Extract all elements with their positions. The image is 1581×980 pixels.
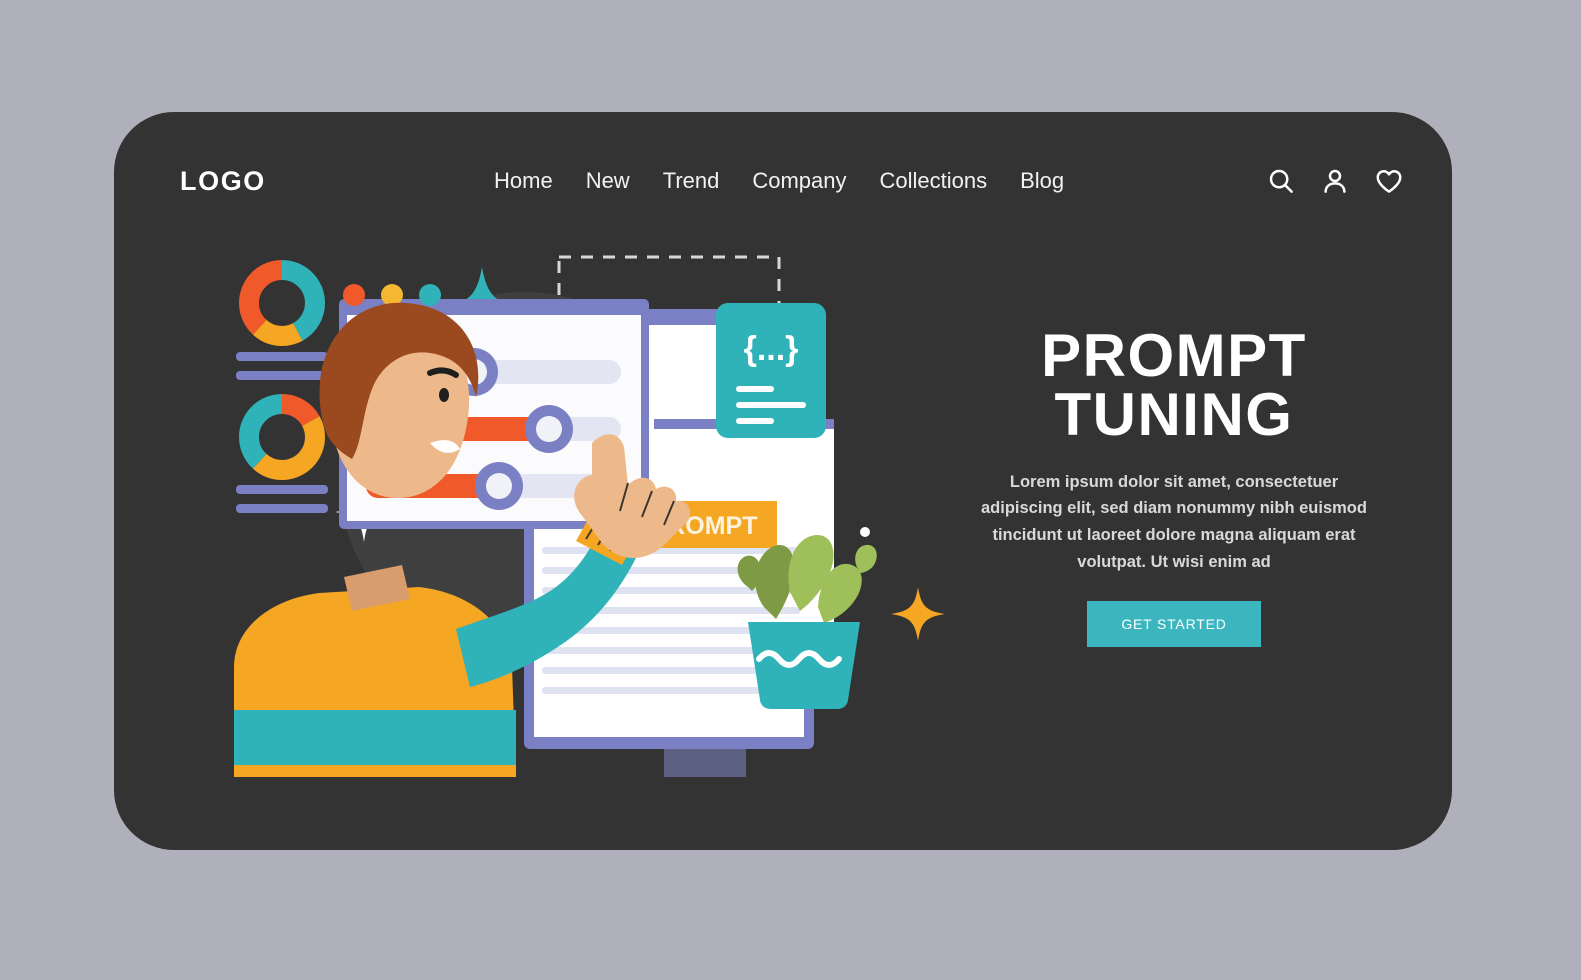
cta-container: GET STARTED [934,601,1414,648]
window-dot-teal[interactable] [419,284,441,306]
nav-item-home[interactable]: Home [494,168,553,194]
nav-item-collections[interactable]: Collections [880,168,988,194]
donut-top-line-1 [236,352,328,361]
nav-item-company[interactable]: Company [752,168,846,194]
nav-item-trend[interactable]: Trend [663,168,720,194]
page-root: LOGO Home New Trend Company Collections … [0,0,1581,980]
title-line-2: TUNING [1054,380,1294,448]
code-card: {...} [716,303,826,438]
site-header: LOGO Home New Trend Company Collections … [114,112,1452,262]
code-card-body [716,303,826,438]
person-sweater-hem [234,765,516,777]
hero-illustration: {...} PROMPT [224,247,954,777]
window-dot-red[interactable] [343,284,365,306]
get-started-button[interactable]: GET STARTED [1087,601,1261,648]
hero-paragraph: Lorem ipsum dolor sit amet, consectetuer… [981,472,1367,571]
donut-bottom-line-2 [236,504,328,513]
donut-bottom-line-1 [236,485,328,494]
slider-3-knob-inner [486,473,512,499]
nav-item-new[interactable]: New [586,168,630,194]
user-icon[interactable] [1320,166,1350,196]
search-icon[interactable] [1266,166,1296,196]
donut-chart-bottom [239,394,325,480]
person-sweater-stripe [234,710,516,772]
donut-top-line-2 [236,371,328,380]
sparkle-amber-icon [891,587,945,641]
code-card-line-3 [736,418,774,424]
header-icon-group [1266,166,1404,196]
code-card-line-1 [736,386,774,392]
main-navigation: Home New Trend Company Collections Blog [494,168,1064,194]
hero-card: LOGO Home New Trend Company Collections … [114,112,1452,850]
slider-2-knob-inner [536,416,562,442]
donut-chart-top [239,260,325,346]
person-eye [439,388,449,402]
page-title: PROMPT TUNING [934,326,1414,448]
heart-icon[interactable] [1374,166,1404,196]
nav-item-blog[interactable]: Blog [1020,168,1064,194]
illustration-svg: {...} PROMPT [234,255,945,777]
window-dot-amber[interactable] [381,284,403,306]
title-line-1: PROMPT [1041,322,1307,389]
logo[interactable]: LOGO [180,166,266,197]
plant-pot [748,622,860,710]
code-card-line-2 [736,402,806,408]
code-card-symbol: {...} [744,330,799,368]
hero-content: PROMPT TUNING Lorem ipsum dolor sit amet… [934,326,1414,648]
